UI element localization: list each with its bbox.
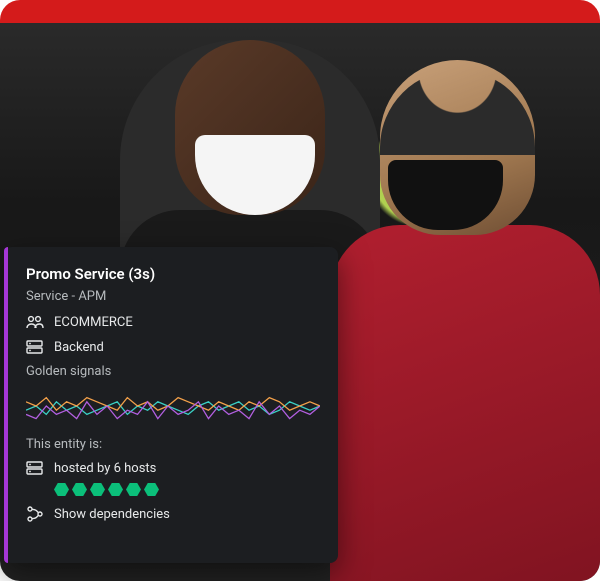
category-row[interactable]: Backend xyxy=(26,339,320,355)
host-health-hexagon xyxy=(144,483,159,496)
show-dependencies-label: Show dependencies xyxy=(54,507,170,522)
entity-label: This entity is: xyxy=(26,437,320,452)
server-icon xyxy=(26,339,44,355)
host-health-hexagon xyxy=(90,483,105,496)
hosted-by-label: hosted by 6 hosts xyxy=(54,461,156,476)
hosted-by-row[interactable]: hosted by 6 hosts xyxy=(26,460,320,476)
host-health-hexagon xyxy=(54,483,69,496)
host-health-hexagon xyxy=(126,483,141,496)
category-label: Backend xyxy=(54,340,104,355)
group-row[interactable]: ECOMMERCE xyxy=(26,314,320,330)
host-health-hexagons xyxy=(54,483,320,496)
service-subtype: Service - APM xyxy=(26,289,320,304)
golden-signals-label: Golden signals xyxy=(26,364,320,379)
host-health-hexagon xyxy=(72,483,87,496)
host-health-hexagon xyxy=(108,483,123,496)
dependencies-icon xyxy=(26,506,44,522)
group-icon xyxy=(26,314,44,330)
hosts-icon xyxy=(26,460,44,476)
golden-signals-sparkline xyxy=(26,385,320,427)
person-right xyxy=(340,60,590,570)
show-dependencies-row[interactable]: Show dependencies xyxy=(26,506,320,522)
service-card: Promo Service (3s) Service - APM ECOMMER… xyxy=(4,247,338,563)
service-title[interactable]: Promo Service (3s) xyxy=(26,265,320,283)
group-label: ECOMMERCE xyxy=(54,315,133,330)
